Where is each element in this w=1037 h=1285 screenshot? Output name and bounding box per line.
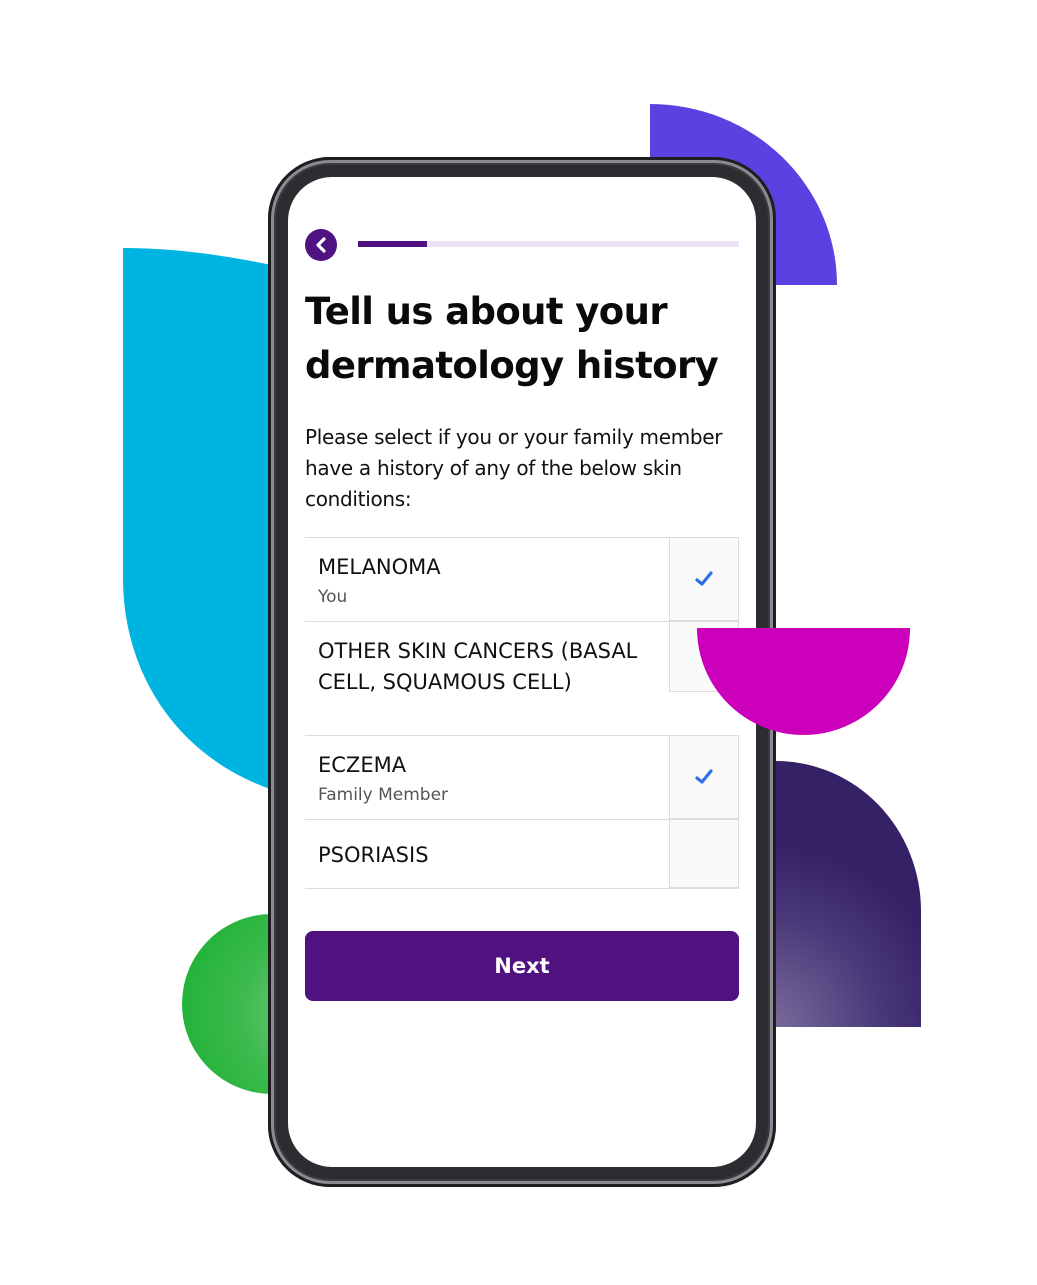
condition-label: OTHER SKIN CANCERS (BASAL CELL, SQUAMOUS… bbox=[318, 639, 638, 694]
condition-label: ECZEMA bbox=[318, 753, 407, 777]
page-subtitle: Please select if you or your family memb… bbox=[305, 425, 723, 511]
condition-label: MELANOMA bbox=[318, 555, 441, 579]
condition-checkbox[interactable] bbox=[669, 736, 739, 819]
condition-checkbox[interactable] bbox=[669, 820, 739, 888]
conditions-list: MELANOMA You OTHER SKIN CANCERS (BASAL C… bbox=[305, 537, 739, 889]
condition-checkbox[interactable] bbox=[669, 538, 739, 621]
page-title: Tell us about your dermatology history bbox=[305, 290, 719, 387]
condition-row-other-skin-cancers[interactable]: OTHER SKIN CANCERS (BASAL CELL, SQUAMOUS… bbox=[305, 621, 739, 735]
back-button[interactable] bbox=[305, 229, 337, 261]
progress-fill bbox=[358, 241, 427, 247]
condition-text: PSORIASIS bbox=[305, 820, 669, 888]
condition-text: OTHER SKIN CANCERS (BASAL CELL, SQUAMOUS… bbox=[305, 622, 669, 735]
progress-bar bbox=[358, 241, 739, 247]
condition-row-melanoma[interactable]: MELANOMA You bbox=[305, 537, 739, 621]
condition-sub-label: You bbox=[318, 587, 348, 607]
phone-screen: Tell us about your dermatology history P… bbox=[288, 177, 756, 1167]
checkmark-icon bbox=[695, 571, 713, 586]
chevron-left-icon bbox=[316, 237, 326, 253]
condition-sub-label: Family Member bbox=[318, 785, 449, 805]
condition-row-eczema[interactable]: ECZEMA Family Member bbox=[305, 735, 739, 819]
checkmark-icon bbox=[695, 769, 713, 784]
top-bar bbox=[305, 229, 739, 261]
phone-frame: Tell us about your dermatology history P… bbox=[268, 157, 776, 1187]
condition-text: MELANOMA You bbox=[305, 538, 669, 621]
next-button[interactable]: Next bbox=[305, 931, 739, 1001]
decorative-indigo-shape bbox=[770, 761, 921, 1027]
condition-row-psoriasis[interactable]: PSORIASIS bbox=[305, 819, 739, 889]
condition-label: PSORIASIS bbox=[318, 843, 429, 867]
condition-text: ECZEMA Family Member bbox=[305, 736, 669, 819]
